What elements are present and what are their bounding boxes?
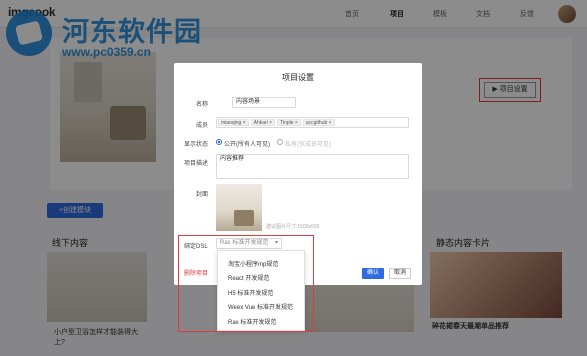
radio-private-label: 私有(仅成员可见)	[285, 142, 331, 148]
description-textarea[interactable]: 内容推荐	[216, 154, 409, 179]
description-label: 项目描述	[184, 161, 209, 167]
modal-title: 项目设置	[282, 73, 314, 82]
member-tag[interactable]: Ahkari ×	[250, 119, 276, 126]
members-input[interactable]: miaoqing × Ahkari × Tinple × accgithub ×	[216, 117, 409, 128]
radio-public[interactable]	[216, 139, 222, 145]
member-tag[interactable]: accgithub ×	[302, 119, 335, 126]
member-tag[interactable]: miaoqing ×	[218, 119, 249, 126]
cover-label: 封面	[196, 192, 209, 198]
cancel-button[interactable]: 取消	[389, 268, 411, 279]
members-label: 成员	[196, 123, 209, 129]
member-tag[interactable]: Tinple ×	[277, 119, 301, 126]
highlight-box-dsl	[178, 235, 314, 332]
name-input[interactable]: 内容场景	[232, 97, 296, 108]
confirm-button[interactable]: 确认	[362, 268, 384, 279]
name-label: 名称	[196, 102, 209, 108]
cover-upload-image[interactable]	[216, 184, 262, 231]
visibility-label: 显示状态	[184, 142, 209, 148]
radio-public-label: 公开(所有人可见)	[224, 142, 270, 148]
cover-size-hint: 建议图片尺寸:1500x500	[266, 224, 320, 230]
radio-private[interactable]	[277, 139, 283, 145]
